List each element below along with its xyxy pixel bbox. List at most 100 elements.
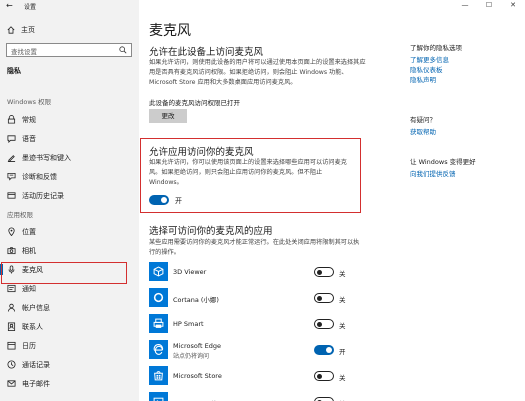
group-windows-permissions: Windows 权限 bbox=[7, 98, 52, 106]
device-access-status: 此设备的麦克风访问权限已打开 bbox=[149, 99, 240, 107]
sidebar-item-label: 通话记录 bbox=[22, 360, 50, 369]
app-access-toggle[interactable] bbox=[314, 319, 334, 329]
pen-icon bbox=[7, 153, 16, 162]
sidebar-item-calendar[interactable]: 日历 bbox=[0, 337, 139, 354]
app-name: Microsoft Store bbox=[173, 372, 222, 380]
app-toggle-label: 关 bbox=[339, 270, 346, 278]
app-row: Microsoft Edge 站点仍将询问 开 bbox=[149, 337, 361, 363]
sidebar-item-lock[interactable]: 常规 bbox=[0, 111, 139, 128]
sidebar-item-label: 日历 bbox=[22, 341, 36, 350]
app-name: Cortana (小娜) bbox=[173, 296, 219, 304]
app-access-toggle[interactable] bbox=[314, 293, 334, 303]
call-history-icon bbox=[7, 360, 16, 369]
app-row: Microsoft Store 关 bbox=[149, 363, 361, 389]
sidebar-item-label: 语音 bbox=[22, 134, 36, 143]
sidebar-home[interactable]: 主页 bbox=[7, 25, 35, 35]
sidebar-item-label: 通知 bbox=[22, 284, 36, 293]
app-row: Microsoft 照片关 bbox=[149, 389, 361, 401]
contacts-icon bbox=[7, 322, 16, 331]
app-access-toggle[interactable] bbox=[314, 397, 334, 401]
store-icon bbox=[149, 366, 168, 385]
sidebar-item-account[interactable]: 帐户信息 bbox=[0, 299, 139, 316]
sidebar-heading: 隐私 bbox=[7, 67, 21, 75]
choose-apps-heading: 选择可访问你的麦克风的应用 bbox=[149, 226, 273, 237]
allow-apps-description: 如果允许访问，你可以使用该页面上的设置来选择哪些应用可以访问麦克风。如果拒绝访问… bbox=[149, 159, 347, 186]
feedback-icon bbox=[7, 172, 16, 181]
sidebar-item-contacts[interactable]: 联系人 bbox=[0, 318, 139, 335]
sidebar-item-pen[interactable]: 墨迹书写和键入 bbox=[0, 149, 139, 166]
sidebar-item-email[interactable]: 电子邮件 bbox=[0, 375, 139, 392]
sidebar-item-label: 活动历史记录 bbox=[22, 191, 64, 200]
sidebar-home-label: 主页 bbox=[21, 26, 35, 34]
app-toggle-label: 关 bbox=[339, 374, 346, 382]
sidebar-item-label: 联系人 bbox=[22, 322, 43, 331]
sidebar-item-label: 电子邮件 bbox=[22, 379, 50, 388]
notification-icon bbox=[7, 284, 16, 293]
privacy-options-heading: 了解你的隐私选项 bbox=[410, 44, 462, 52]
home-icon bbox=[7, 26, 15, 34]
allow-apps-heading: 允许应用访问你的麦克风 bbox=[149, 147, 254, 158]
change-button[interactable]: 更改 bbox=[149, 109, 187, 123]
sidebar-item-feedback[interactable]: 诊断和反馈 bbox=[0, 168, 139, 185]
email-icon bbox=[7, 379, 16, 388]
app-row: HP Smart 关 bbox=[149, 311, 361, 337]
sidebar-item-label: 诊断和反馈 bbox=[22, 172, 57, 181]
account-icon bbox=[7, 303, 16, 312]
learn-more-link[interactable]: 了解更多信息 bbox=[410, 54, 449, 64]
allow-apps-toggle[interactable] bbox=[149, 195, 169, 205]
app-toggle-label: 关 bbox=[339, 296, 346, 304]
feedback-link[interactable]: 向我们提供反馈 bbox=[410, 168, 456, 178]
sidebar-item-speech[interactable]: 语音 bbox=[0, 130, 139, 147]
allow-apps-toggle-label: 开 bbox=[175, 197, 182, 205]
maximize-button[interactable]: ☐ bbox=[477, 0, 501, 12]
improve-windows-heading: 让 Windows 变得更好 bbox=[410, 158, 476, 166]
app-access-toggle[interactable] bbox=[314, 371, 334, 381]
sidebar-item-call-history[interactable]: 通话记录 bbox=[0, 356, 139, 373]
location-icon bbox=[7, 227, 16, 236]
back-button[interactable]: ← bbox=[6, 1, 13, 10]
edge-icon bbox=[149, 340, 168, 359]
sidebar-item-label: 帐户信息 bbox=[22, 303, 50, 312]
minimize-button[interactable]: — bbox=[453, 0, 477, 12]
app-row: Cortana (小娜) 关 bbox=[149, 285, 361, 311]
lock-icon bbox=[7, 115, 16, 124]
page-title: 麦克风 bbox=[149, 23, 191, 39]
app-toggle-label: 开 bbox=[339, 348, 346, 356]
history-icon bbox=[7, 191, 16, 200]
app-access-toggle[interactable] bbox=[314, 345, 334, 355]
main-content: 麦克风 允许在此设备上访问麦克风 如果允许访问，则使用此设备的用户将可以通过使用… bbox=[139, 12, 525, 401]
privacy-dashboard-link[interactable]: 隐私仪表板 bbox=[410, 64, 443, 74]
cortana-icon bbox=[149, 288, 168, 307]
printer-icon bbox=[149, 314, 168, 333]
app-row: 3D Viewer 关 bbox=[149, 259, 361, 285]
sidebar-item-history[interactable]: 活动历史记录 bbox=[0, 187, 139, 204]
get-help-link[interactable]: 获取帮助 bbox=[410, 126, 436, 136]
sidebar-item-label: 位置 bbox=[22, 227, 36, 236]
microphone-highlight-box bbox=[1, 262, 127, 284]
speech-icon bbox=[7, 134, 16, 143]
search-input[interactable]: 查找设置 bbox=[6, 43, 132, 57]
sidebar: 主页 查找设置 隐私 Windows 权限 常规语音墨迹书写和键入 诊断和反馈活动… bbox=[0, 0, 139, 401]
device-access-description: 如果允许访问，则使用此设备的用户将可以通过使用本页面上的设置来选择其应用是否具有… bbox=[149, 59, 366, 86]
search-icon bbox=[119, 46, 127, 54]
app-access-toggle[interactable] bbox=[314, 267, 334, 277]
sidebar-item-camera[interactable]: 相机 bbox=[0, 242, 139, 259]
search-placeholder: 查找设置 bbox=[11, 48, 37, 56]
camera-icon bbox=[7, 246, 16, 255]
sidebar-item-label: 常规 bbox=[22, 115, 36, 124]
app-name: Microsoft Edge bbox=[173, 342, 222, 350]
photos-icon bbox=[149, 392, 168, 401]
app-toggle-label: 关 bbox=[339, 322, 346, 330]
sidebar-item-label: 墨迹书写和键入 bbox=[22, 153, 71, 162]
calendar-icon bbox=[7, 341, 16, 350]
choose-apps-description: 某些应用需要访问你的麦克风才能正常运行。在此处关闭应用将限制其可以执行的操作。 bbox=[149, 239, 360, 256]
app-name: HP Smart bbox=[173, 320, 204, 328]
app-subtitle: 站点仍将询问 bbox=[173, 353, 210, 360]
privacy-statement-link[interactable]: 隐私声明 bbox=[410, 74, 436, 84]
sidebar-item-location[interactable]: 位置 bbox=[0, 223, 139, 240]
close-button[interactable]: ✕ bbox=[501, 0, 525, 12]
app-name: 3D Viewer bbox=[173, 268, 207, 276]
device-access-heading: 允许在此设备上访问麦克风 bbox=[149, 47, 264, 58]
help-heading: 有疑问？ bbox=[410, 116, 436, 124]
group-app-permissions: 应用权限 bbox=[7, 211, 33, 219]
